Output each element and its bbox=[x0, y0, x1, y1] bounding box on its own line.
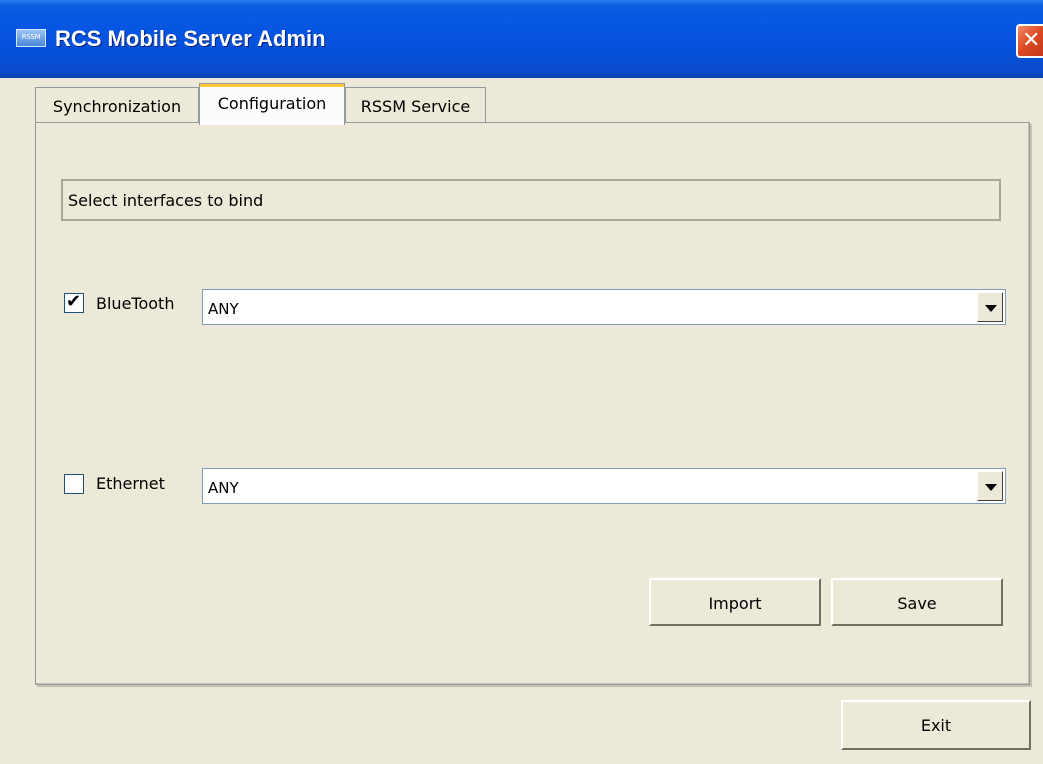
ethernet-select-value: ANY bbox=[208, 479, 239, 497]
app-icon: RSSM bbox=[16, 29, 46, 47]
info-box: Select interfaces to bind bbox=[61, 179, 1001, 221]
chevron-down-icon bbox=[985, 305, 997, 312]
ethernet-label[interactable]: Ethernet bbox=[96, 474, 165, 493]
bluetooth-select[interactable]: ANY bbox=[202, 289, 1006, 325]
bluetooth-select-value: ANY bbox=[208, 300, 239, 318]
bluetooth-checkbox[interactable]: ✔ bbox=[64, 291, 84, 313]
tab-synchronization[interactable]: Synchronization bbox=[35, 87, 199, 122]
ethernet-checkbox[interactable] bbox=[64, 474, 84, 494]
bluetooth-label[interactable]: BlueTooth bbox=[96, 294, 174, 313]
configuration-panel: Select interfaces to bind ✔ BlueTooth AN… bbox=[35, 122, 1030, 685]
chevron-down-icon bbox=[985, 484, 997, 491]
close-icon: ✕ bbox=[1022, 28, 1041, 53]
ethernet-select[interactable]: ANY bbox=[202, 468, 1006, 504]
info-text: Select interfaces to bind bbox=[68, 191, 264, 210]
title-bar[interactable]: RSSM RCS Mobile Server Admin ✕ bbox=[0, 0, 1043, 78]
ethernet-dropdown-button[interactable] bbox=[977, 471, 1003, 501]
bluetooth-dropdown-button[interactable] bbox=[977, 292, 1003, 322]
import-button[interactable]: Import bbox=[649, 578, 821, 626]
close-button[interactable]: ✕ bbox=[1016, 24, 1043, 58]
tab-rssm-service[interactable]: RSSM Service bbox=[345, 87, 486, 122]
checkmark-icon: ✔ bbox=[66, 291, 82, 312]
window-title: RCS Mobile Server Admin bbox=[55, 26, 326, 51]
main-window: RSSM RCS Mobile Server Admin ✕ Synchroni… bbox=[0, 0, 1043, 764]
app-icon-label: RSSM bbox=[21, 33, 41, 41]
tab-configuration[interactable]: Configuration bbox=[199, 83, 345, 125]
exit-button[interactable]: Exit bbox=[841, 700, 1031, 750]
save-button[interactable]: Save bbox=[831, 578, 1003, 626]
